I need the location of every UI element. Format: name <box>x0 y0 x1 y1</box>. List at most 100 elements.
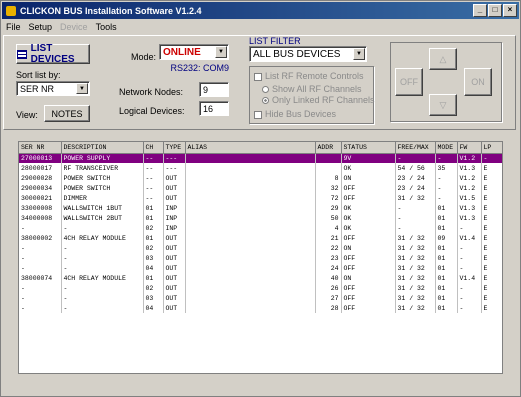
table-cell: - <box>19 223 62 233</box>
table-cell: 31 / 32 <box>395 263 436 273</box>
table-cell: OUT <box>163 173 186 183</box>
table-row[interactable]: 34000008 WALLSWITCH 2BUT 01 INP 50 OK -01 V1.3 E <box>19 213 502 223</box>
up-button[interactable]: △ <box>429 48 457 70</box>
table-row[interactable]: - -02 OUT 22 ON 31 / 32 01- E <box>19 243 502 253</box>
device-table: SER NR DESCRIPTION CH TYPE ALIAS ADDR ST… <box>18 141 503 374</box>
control-panel: LIST DEVICES Sort list by: SER NR ▼ View… <box>3 35 516 130</box>
table-cell: E <box>481 233 502 243</box>
table-row[interactable]: - -03 OUT 27 OFF 31 / 32 01- E <box>19 293 502 303</box>
logical-devices-field: 16 <box>199 101 229 116</box>
table-row[interactable]: 33000008 WALLSWITCH 1BUT 01 INP 29 OK -01 V1.3 E <box>19 203 502 213</box>
chevron-down-icon[interactable]: ▼ <box>215 46 227 58</box>
table-row[interactable]: - -02 INP 4 OK -01- E <box>19 223 502 233</box>
table-cell: 01 <box>435 293 458 303</box>
table-cell: - <box>395 223 436 233</box>
table-cell: 35 <box>435 163 458 173</box>
column-header[interactable]: LP <box>481 142 502 154</box>
column-header[interactable]: STATUS <box>341 142 396 154</box>
table-cell: - <box>457 263 482 273</box>
table-cell: V1.3 <box>457 213 482 223</box>
table-cell: OK <box>341 163 396 173</box>
table-row[interactable]: 29000034 POWER SWITCH -- OUT 32 OFF 23 / 24- V1… <box>19 183 502 193</box>
table-row[interactable]: 38000002 4CH RELAY MODULE 01 OUT 21 OFF 31 / 3… <box>19 233 502 243</box>
on-button[interactable]: ON <box>464 68 492 96</box>
table-cell: OUT <box>163 293 186 303</box>
table-cell: - <box>457 223 482 233</box>
table-row[interactable]: - -04 OUT 28 OFF 31 / 32 01- E <box>19 303 502 313</box>
view-notes-label: NOTES <box>51 108 83 119</box>
table-cell: 01 <box>435 283 458 293</box>
table-cell: - <box>19 253 62 263</box>
menu-device[interactable]: Device <box>60 22 88 32</box>
app-window: CLICKON BUS Installation Software V1.2.4… <box>0 0 521 397</box>
table-cell: OFF <box>341 293 396 303</box>
only-linked-rf-radio[interactable]: Only Linked RF Channels <box>262 95 375 105</box>
table-cell: 21 <box>315 233 342 243</box>
table-cell: 22 <box>315 243 342 253</box>
column-header[interactable]: FW <box>457 142 482 154</box>
table-cell: 04 <box>143 303 164 313</box>
list-devices-button[interactable]: LIST DEVICES <box>16 43 90 65</box>
table-cell: 29000028 <box>19 173 62 183</box>
menu-tools[interactable]: Tools <box>96 22 117 32</box>
table-row[interactable]: - -02 OUT 26 OFF 31 / 32 01- E <box>19 283 502 293</box>
menu-setup[interactable]: Setup <box>29 22 53 32</box>
table-row[interactable]: 38000074 4CH RELAY MODULE 01 OUT 40 ON 31 / 32… <box>19 273 502 283</box>
table-cell: 31 / 32 <box>395 283 436 293</box>
column-header[interactable]: TYPE <box>163 142 186 154</box>
table-cell: OFF <box>341 193 396 203</box>
table-row[interactable]: 30000021 DIMMER -- OUT 72 OFF 31 / 32- V1.5 E <box>19 193 502 203</box>
table-cell <box>185 213 316 223</box>
down-button[interactable]: ▽ <box>429 94 457 116</box>
table-cell: 01 <box>143 213 164 223</box>
table-row[interactable]: 27000013 POWER SUPPLY -- --- 9V - - V1.2- <box>19 153 502 163</box>
table-row[interactable]: - -04 OUT 24 OFF 31 / 32 01- E <box>19 263 502 273</box>
table-cell: RF TRANSCEIVER <box>61 163 144 173</box>
sort-select[interactable]: SER NR ▼ <box>16 81 90 96</box>
table-cell: V1.3 <box>457 163 482 173</box>
close-button[interactable]: × <box>503 4 517 17</box>
chevron-down-icon[interactable]: ▼ <box>76 83 88 94</box>
show-all-rf-radio[interactable]: Show All RF Channels <box>262 84 362 94</box>
table-cell: -- <box>143 193 164 203</box>
column-header[interactable]: MODE <box>435 142 458 154</box>
column-header[interactable]: CH <box>143 142 164 154</box>
table-cell: 72 <box>315 193 342 203</box>
maximize-button[interactable]: □ <box>488 4 502 17</box>
checkbox-icon <box>254 72 262 81</box>
table-cell: - <box>481 153 502 163</box>
table-cell: E <box>481 223 502 233</box>
table-cell: OK <box>341 213 396 223</box>
table-row[interactable]: 29000028 POWER SWITCH -- OUT 8 ON 23 / 24- V1.2… <box>19 173 502 183</box>
list-rf-checkbox[interactable]: List RF Remote Controls <box>254 71 364 81</box>
column-header[interactable]: SER NR <box>19 142 62 154</box>
table-cell: 09 <box>435 233 458 243</box>
table-cell: - <box>19 293 62 303</box>
table-cell: E <box>481 243 502 253</box>
column-header[interactable]: ALIAS <box>185 142 316 154</box>
table-cell <box>185 233 316 243</box>
table-cell: 4 <box>315 223 342 233</box>
list-filter-select[interactable]: ALL BUS DEVICES ▼ <box>249 46 367 62</box>
list-icon <box>17 49 27 59</box>
table-cell: DIMMER <box>61 193 144 203</box>
table-cell <box>185 183 316 193</box>
chevron-down-icon[interactable]: ▼ <box>353 48 365 60</box>
column-header[interactable]: ADDR <box>315 142 342 154</box>
table-cell: 28000017 <box>19 163 62 173</box>
menu-file[interactable]: File <box>6 22 21 32</box>
table-cell: - <box>19 263 62 273</box>
table-cell: 01 <box>143 203 164 213</box>
column-header[interactable]: DESCRIPTION <box>61 142 144 154</box>
off-button[interactable]: OFF <box>395 68 423 96</box>
minimize-button[interactable]: _ <box>473 4 487 17</box>
hide-bus-checkbox[interactable]: Hide Bus Devices <box>254 109 336 119</box>
column-header[interactable]: FREE/MAX <box>395 142 436 154</box>
table-cell: INP <box>163 203 186 213</box>
table-cell: E <box>481 203 502 213</box>
view-notes-button[interactable]: NOTES <box>44 105 90 122</box>
view-label: View: <box>16 110 38 120</box>
table-row[interactable]: - -03 OUT 23 OFF 31 / 32 01- E <box>19 253 502 263</box>
table-row[interactable]: 28000017 RF TRANSCEIVER -- --- OK 54 / 56 35 V1… <box>19 163 502 173</box>
mode-select[interactable]: ONLINE ▼ <box>159 44 229 60</box>
